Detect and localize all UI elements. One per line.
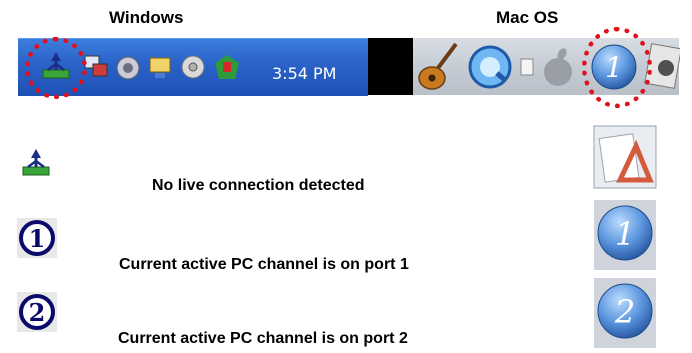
mac-port-2-number: 2	[614, 293, 635, 331]
mac-highlight-circle	[582, 27, 652, 108]
apple-icon[interactable]	[538, 46, 578, 95]
mac-label: Mac OS	[496, 8, 559, 27]
quicktime-icon[interactable]	[466, 41, 514, 98]
windows-highlight-circle	[25, 37, 87, 99]
taskbar-clock: 3:54 PM	[272, 64, 337, 83]
port-1-icon: 1	[17, 218, 57, 263]
legend-text-no-connection: No live connection detected	[152, 177, 365, 194]
no-connection-icon	[19, 145, 53, 184]
taskbar-separator	[368, 38, 413, 95]
windows-label: Windows	[109, 8, 184, 27]
finder-icon[interactable]	[519, 57, 535, 82]
mac-port-2-icon: 2	[594, 278, 656, 353]
port-1-number: 1	[29, 224, 46, 253]
port-2-icon: 2	[17, 292, 57, 337]
mac-port-1-number: 1	[615, 215, 635, 253]
port-2-number: 2	[29, 298, 46, 327]
legend-text-port-1: Current active PC channel is on port 1	[119, 256, 409, 273]
legend-text-port-2: Current active PC channel is on port 2	[118, 330, 408, 347]
guitar-icon[interactable]	[416, 40, 466, 99]
display-icon[interactable]	[147, 55, 173, 86]
speaker-icon[interactable]	[115, 55, 141, 86]
settings-icon[interactable]	[180, 54, 206, 85]
security-icon[interactable]	[212, 52, 242, 87]
network-monitor-icon[interactable]	[83, 54, 111, 85]
mac-port-1-icon: 1	[594, 200, 656, 275]
mac-no-connection-icon	[590, 122, 660, 197]
